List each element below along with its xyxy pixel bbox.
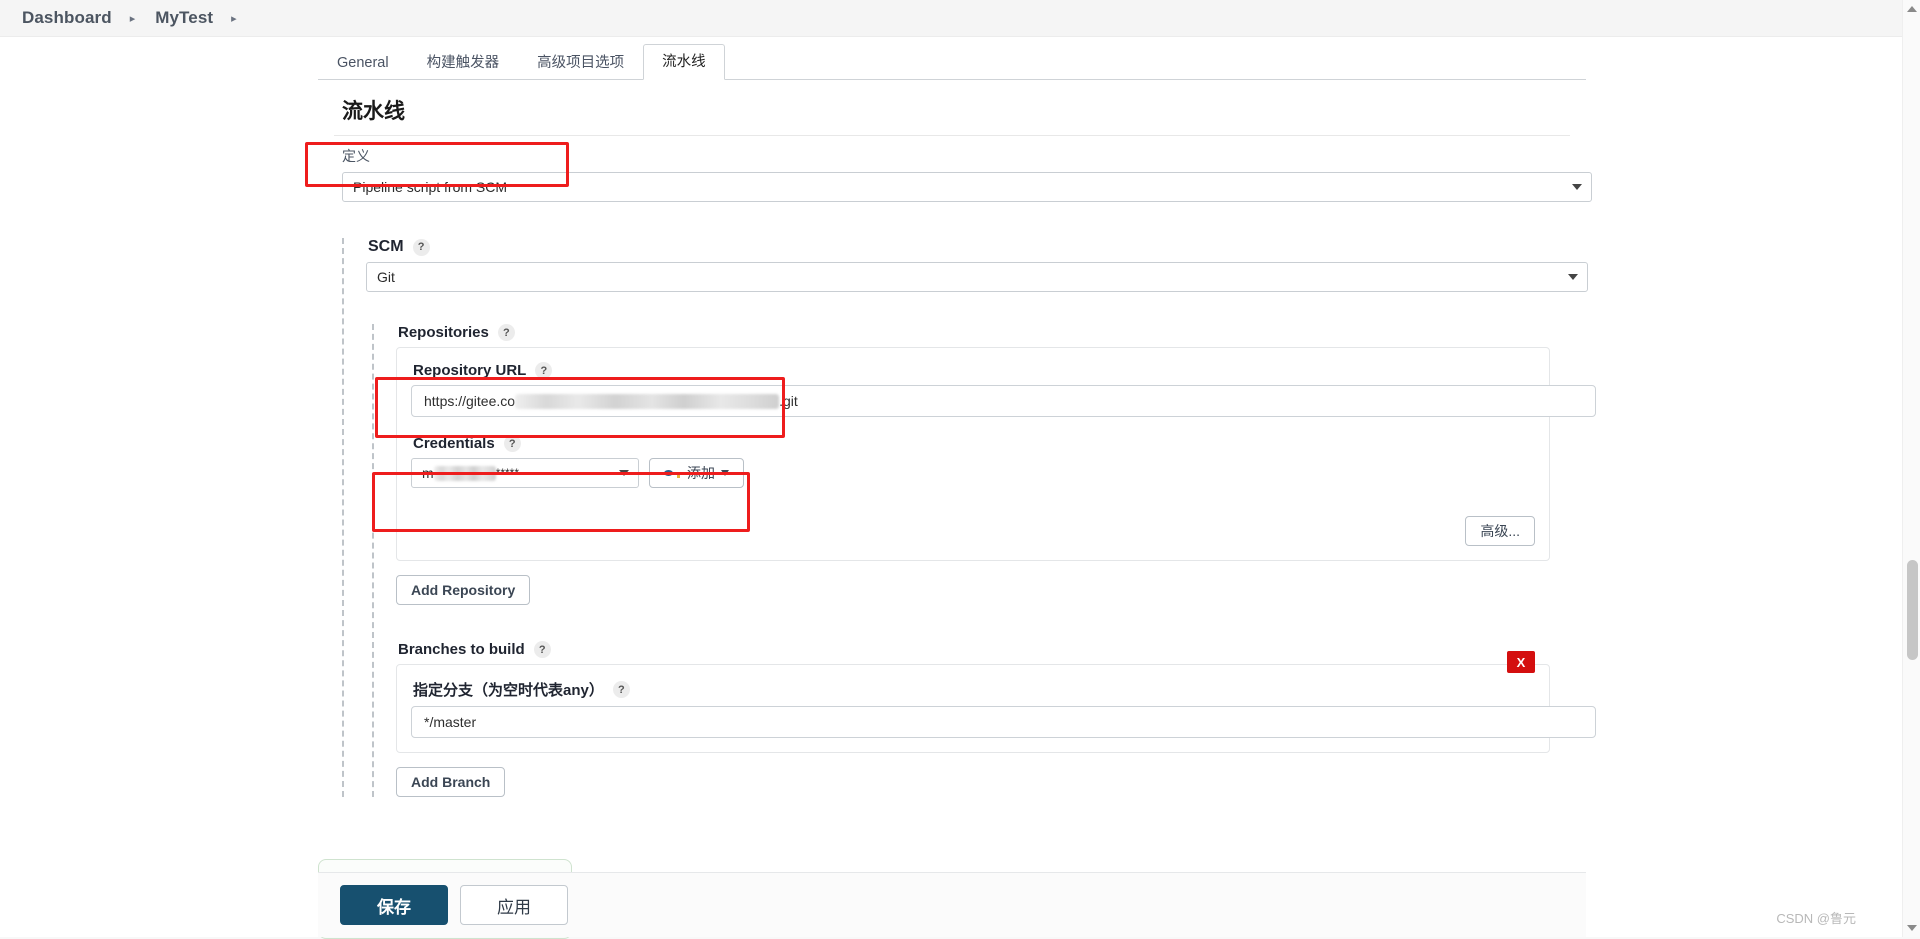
definition-select-value: Pipeline script from SCM <box>353 179 508 195</box>
scroll-up-icon[interactable] <box>1907 6 1917 12</box>
repository-url-suffix: .git <box>779 393 798 409</box>
branch-specifier-input[interactable]: */master <box>411 706 1596 738</box>
tab-advanced-project-options[interactable]: 高级项目选项 <box>518 45 643 80</box>
add-credentials-button[interactable]: 添加 <box>649 458 744 488</box>
credentials-prefix: m <box>422 465 434 481</box>
credentials-redacted <box>433 465 496 481</box>
apply-button[interactable]: 应用 <box>460 885 568 925</box>
tab-general[interactable]: General <box>318 45 408 80</box>
scm-select[interactable]: Git <box>366 262 1588 292</box>
repositories-block: Repositories ? Repository URL ? https://… <box>372 324 1596 797</box>
add-credentials-label: 添加 <box>687 465 715 481</box>
config-tabbar: General 构建触发器 高级项目选项 流水线 <box>318 43 1586 80</box>
scm-label: SCM ? <box>368 238 1586 256</box>
advanced-button[interactable]: 高级... <box>1465 516 1535 546</box>
chevron-down-icon <box>619 470 629 476</box>
credentials-label: Credentials ? <box>413 435 1535 452</box>
breadcrumb-dropdown-icon[interactable]: ▸ <box>231 12 237 25</box>
add-repository-button[interactable]: Add Repository <box>396 575 531 605</box>
branches-to-build-label: Branches to build ? <box>398 641 1586 658</box>
definition-select[interactable]: Pipeline script from SCM <box>342 172 1592 202</box>
pipeline-section: 流水线 定义 Pipeline script from SCM SCM ? Gi… <box>318 79 1596 937</box>
breadcrumb-item-mytest[interactable]: MyTest <box>155 8 213 28</box>
breadcrumb: Dashboard ▸ MyTest ▸ <box>0 0 1920 37</box>
page-title: 流水线 <box>334 79 1570 136</box>
branch-specifier-help-icon[interactable]: ? <box>612 681 630 698</box>
breadcrumb-separator-icon: ▸ <box>129 12 136 25</box>
credentials-suffix: ***** <box>495 466 520 480</box>
chevron-down-icon <box>1572 184 1582 190</box>
page-scrollbar[interactable] <box>1902 0 1920 937</box>
repository-url-label: Repository URL ? <box>413 362 1535 379</box>
chevron-down-icon <box>721 470 729 476</box>
scm-help-icon[interactable]: ? <box>412 238 430 256</box>
tab-pipeline[interactable]: 流水线 <box>643 44 725 80</box>
repository-url-redacted <box>515 393 780 409</box>
delete-branch-button[interactable]: X <box>1507 651 1535 673</box>
right-gutter <box>1586 37 1920 937</box>
scroll-thumb[interactable] <box>1907 560 1918 660</box>
tab-build-triggers[interactable]: 构建触发器 <box>408 45 519 80</box>
credentials-help-icon[interactable]: ? <box>503 435 521 452</box>
repositories-label: Repositories ? <box>398 324 1586 341</box>
branch-specifier-label: 指定分支（为空时代表any） ? <box>413 679 1535 700</box>
watermark: CSDN @鲁元 <box>1776 911 1856 926</box>
scm-select-value: Git <box>377 269 395 285</box>
scm-block: SCM ? Git Repositories ? Repository URL … <box>342 238 1596 797</box>
form-footer: 保存 应用 <box>318 872 1586 937</box>
scroll-down-icon[interactable] <box>1907 925 1917 931</box>
repository-card: Repository URL ? https://gitee.co .git Cr… <box>396 347 1596 561</box>
repository-url-help-icon[interactable]: ? <box>535 362 553 379</box>
credentials-select[interactable]: m ***** <box>411 458 639 488</box>
repository-url-prefix: https://gitee.co <box>424 393 516 409</box>
repository-url-input[interactable]: https://gitee.co .git <box>411 385 1596 417</box>
add-branch-button[interactable]: Add Branch <box>396 767 506 797</box>
chevron-down-icon <box>1568 274 1578 280</box>
branches-help-icon[interactable]: ? <box>533 641 551 658</box>
definition-label: 定义 <box>342 148 370 164</box>
save-button[interactable]: 保存 <box>340 885 448 925</box>
repositories-help-icon[interactable]: ? <box>497 324 515 341</box>
breadcrumb-item-dashboard[interactable]: Dashboard <box>22 8 112 28</box>
key-icon <box>664 467 681 479</box>
left-gutter <box>0 37 318 937</box>
branch-card: X 指定分支（为空时代表any） ? */master <box>396 651 1596 753</box>
